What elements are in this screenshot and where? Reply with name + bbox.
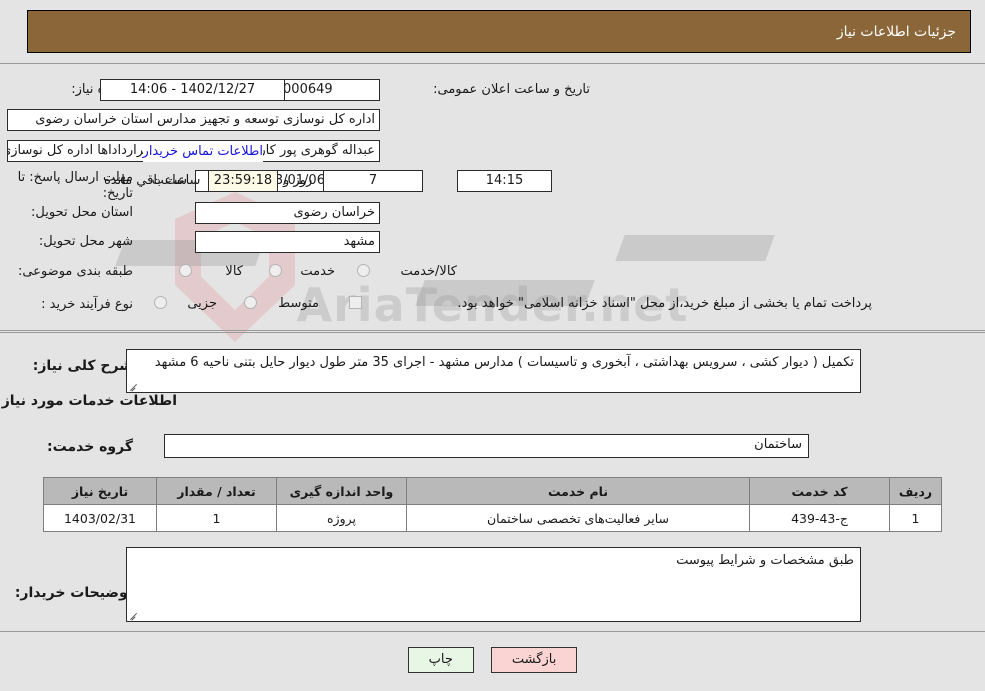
general-description-label: شرح کلی نیاز:: [32, 358, 133, 374]
table-header-row: ردیف کد خدمت نام خدمت واحد اندازه گیری ت…: [43, 477, 942, 505]
general-description-textarea[interactable]: تکمیل ( دیوار کشی ، سرویس بهداشتی ، آبخو…: [126, 349, 861, 393]
services-table: ردیف کد خدمت نام خدمت واحد اندازه گیری ت…: [43, 477, 942, 532]
column-header-index: ردیف: [889, 477, 942, 505]
radio-category-kala-khedmat-label: کالا/خدمت: [400, 264, 457, 279]
column-header-service-code: کد خدمت: [749, 477, 890, 505]
remaining-time-suffix: ساعت باقي مانده: [104, 173, 201, 188]
resize-grip-icon[interactable]: [129, 381, 139, 391]
general-description-text: تکمیل ( دیوار کشی ، سرویس بهداشتی ، آبخو…: [154, 355, 854, 370]
delivery-province-value: خراسان رضوی: [195, 202, 380, 224]
resize-grip-icon[interactable]: [129, 610, 139, 620]
cell-service-code: ج-43-439: [749, 504, 890, 532]
table-row: 1 ج-43-439 سایر فعالیت‌های تخصصی ساختمان…: [43, 504, 942, 532]
service-group-value: ساختمان: [164, 434, 809, 458]
remaining-days-value: 7: [323, 170, 423, 192]
column-header-quantity: تعداد / مقدار: [156, 477, 277, 505]
button-bar: بازگشت چاپ: [0, 647, 985, 673]
treasury-documents-checkbox[interactable]: [349, 296, 362, 309]
cell-need-date: 1403/02/31: [43, 504, 157, 532]
radio-category-kala-khedmat[interactable]: [357, 264, 370, 277]
delivery-city-value: مشهد: [195, 231, 380, 253]
announce-datetime-value: 14:06 - 1402/12/27: [100, 79, 285, 101]
print-button[interactable]: چاپ: [407, 647, 474, 673]
radio-category-khedmat-label: خدمت: [300, 264, 335, 279]
service-group-text: ساختمان: [754, 437, 802, 452]
remaining-days-separator: روز و: [283, 173, 313, 188]
buyer-organization-value: اداره کل نوسازی توسعه و تجهیز مدارس استا…: [7, 109, 380, 131]
radio-category-kala[interactable]: [179, 264, 192, 277]
cell-service-name: سایر فعالیت‌های تخصصی ساختمان: [406, 504, 750, 532]
page-title: جزئیات اطلاعات نیاز: [27, 10, 971, 53]
delivery-province-label: استان محل تحویل:: [31, 205, 133, 220]
buyer-notes-text: طبق مشخصات و شرایط پیوست: [676, 553, 854, 568]
service-group-label: گروه خدمت:: [47, 439, 133, 455]
buyer-notes-label: توضیحات خریدار:: [14, 585, 133, 601]
process-type-label: نوع فرآیند خرید :: [41, 297, 133, 312]
radio-process-jozee-label: جزیی: [187, 296, 217, 311]
column-header-need-date: تاریخ نیاز: [43, 477, 157, 505]
column-header-service-name: نام خدمت: [406, 477, 750, 505]
need-info-panel: [0, 63, 985, 331]
column-header-unit: واحد اندازه گیری: [276, 477, 407, 505]
radio-category-khedmat[interactable]: [269, 264, 282, 277]
cell-index: 1: [889, 504, 942, 532]
buyer-contact-link[interactable]: اطلاعات تماس خریدار: [142, 142, 263, 162]
radio-process-jozee[interactable]: [154, 296, 167, 309]
treasury-documents-label: پرداخت تمام یا بخشی از مبلغ خرید،از محل …: [457, 296, 872, 311]
page-title-text: جزئیات اطلاعات نیاز: [836, 23, 956, 40]
cell-unit: پروژه: [276, 504, 407, 532]
announce-datetime-label: تاریخ و ساعت اعلان عمومی:: [433, 82, 590, 97]
radio-process-motevaset-label: متوسط: [278, 296, 319, 311]
buyer-notes-textarea[interactable]: طبق مشخصات و شرایط پیوست: [126, 547, 861, 622]
delivery-city-label: شهر محل تحویل:: [38, 234, 133, 249]
subject-category-label: طبقه بندی موضوعی:: [17, 264, 133, 279]
deadline-hour-value: 14:15: [457, 170, 552, 192]
back-button[interactable]: بازگشت: [490, 647, 578, 673]
radio-category-kala-label: کالا: [225, 264, 243, 279]
services-section-heading: اطلاعات خدمات مورد نیاز: [1, 393, 177, 409]
radio-process-motevaset[interactable]: [244, 296, 257, 309]
remaining-time-value: 23:59:18: [208, 170, 278, 192]
cell-quantity: 1: [156, 504, 277, 532]
